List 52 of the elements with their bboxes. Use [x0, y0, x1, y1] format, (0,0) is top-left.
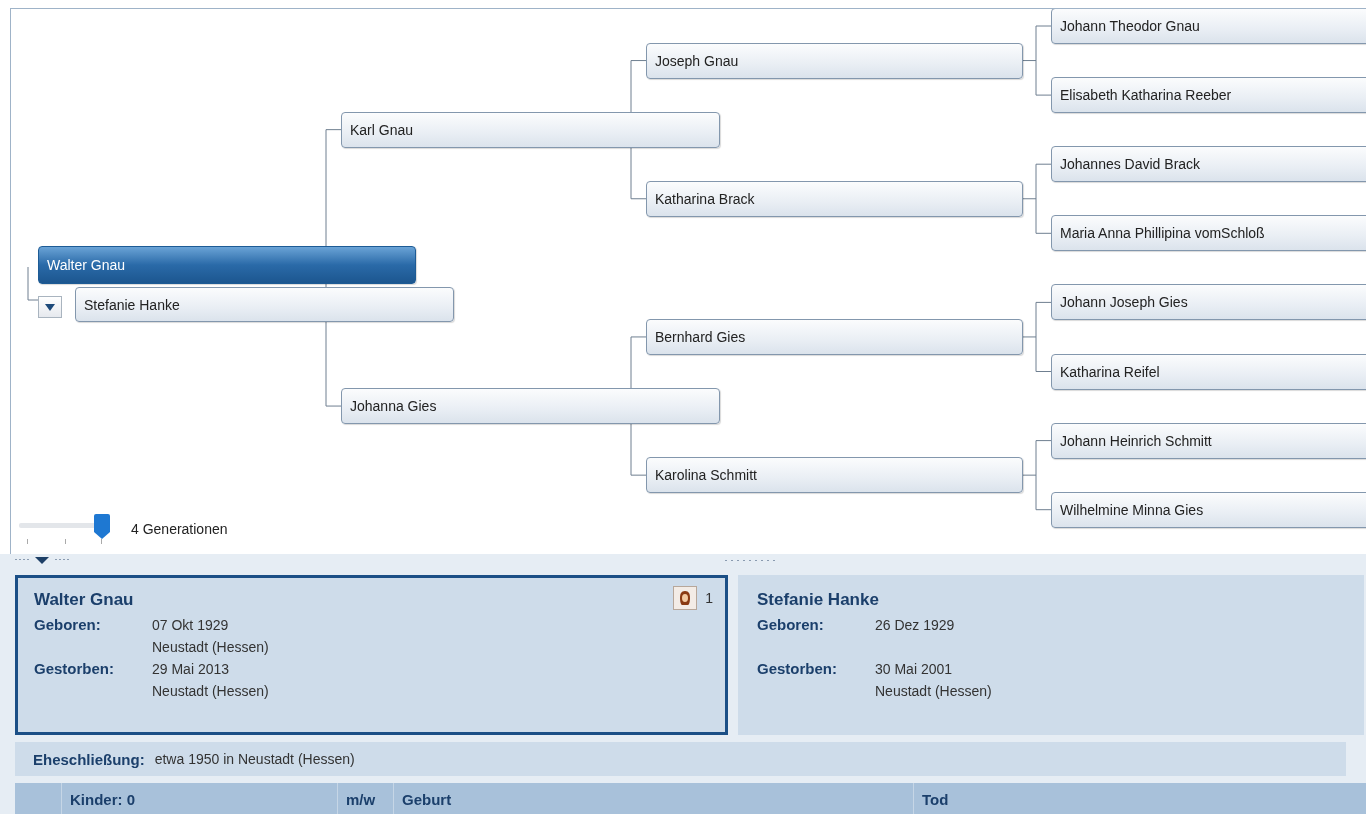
field-value: Neustadt (Hessen)	[152, 682, 270, 701]
field-value: Neustadt (Hessen)	[152, 638, 270, 657]
person-node[interactable]: Joseph Gnau	[646, 42, 1023, 79]
person-name: Walter Gnau	[34, 590, 134, 610]
splitter-handle[interactable]	[725, 559, 775, 563]
field-label: Gestorben:	[34, 659, 115, 679]
splitter-handle[interactable]	[15, 557, 71, 565]
person-node[interactable]: Katharina Brack	[646, 180, 1023, 217]
person-node[interactable]: Karl Gnau	[341, 111, 720, 148]
field-value: Neustadt (Hessen)	[875, 682, 993, 701]
portrait-icon	[678, 590, 693, 606]
person-node[interactable]: Stefanie Hanke	[75, 287, 454, 322]
field-value: 07 Okt 1929	[152, 616, 230, 635]
column-header[interactable]: Kinder: 0	[61, 783, 337, 814]
slider-thumb[interactable]	[93, 514, 111, 540]
generation-slider[interactable]	[19, 514, 113, 544]
person-node[interactable]: Walter Gnau	[38, 246, 416, 284]
field-value: 30 Mai 2001	[875, 660, 954, 679]
column-header[interactable]: m/w	[337, 783, 393, 814]
generations-label: 4 Generationen	[131, 521, 228, 537]
field-value: 26 Dez 1929	[875, 616, 956, 635]
person-node[interactable]: Elisabeth Katharina Reeber	[1051, 77, 1366, 114]
person-name: Stefanie Hanke	[757, 590, 879, 610]
connector-line	[1022, 25, 1052, 96]
media-button[interactable]	[673, 586, 698, 610]
person-node[interactable]: Johannes David Brack	[1051, 146, 1366, 183]
person-node[interactable]: Johanna Gies	[341, 388, 720, 425]
column-header[interactable]: Tod	[913, 783, 1353, 814]
marriage-label: Eheschließung:	[33, 750, 145, 768]
connector-line	[27, 266, 39, 301]
person-card[interactable]: Stefanie Hanke Geboren: 26 Dez 1929 Gestorben: 30 Mai 2001 Neustadt (Hessen)	[738, 575, 1364, 735]
connector-line	[1022, 440, 1052, 511]
person-node[interactable]: Johann Joseph Gies	[1051, 284, 1366, 321]
spouse-dropdown-button[interactable]	[38, 296, 62, 318]
column-header[interactable]: Geburt	[393, 783, 913, 814]
field-label: Gestorben:	[757, 659, 838, 679]
caret-icon	[45, 303, 55, 311]
marriage-value: etwa 1950 in Neustadt (Hessen)	[154, 751, 355, 767]
connector-line	[1022, 163, 1052, 234]
field-label: Geboren:	[757, 615, 825, 635]
person-node[interactable]: Karolina Schmitt	[646, 457, 1023, 494]
person-node[interactable]: Wilhelmine Minna Gies	[1051, 491, 1366, 528]
person-node[interactable]: Maria Anna Phillipina vomSchloß	[1051, 215, 1366, 252]
media-count: 1	[705, 590, 713, 606]
person-node[interactable]: Johann Heinrich Schmitt	[1051, 422, 1366, 459]
person-node[interactable]: Katharina Reifel	[1051, 353, 1366, 390]
connector-line	[1022, 301, 1052, 372]
person-card[interactable]: Walter Gnau Geboren: 07 Okt 1929 Neustadt (Hessen) Gestorben: 29 Mai 2013 Neustadt (Hessen) 1	[15, 575, 728, 735]
person-node[interactable]: Bernhard Gies	[646, 318, 1023, 355]
field-label: Geboren:	[34, 615, 102, 635]
field-value: 29 Mai 2013	[152, 660, 231, 679]
person-node[interactable]: Johann Theodor Gnau	[1051, 9, 1366, 44]
